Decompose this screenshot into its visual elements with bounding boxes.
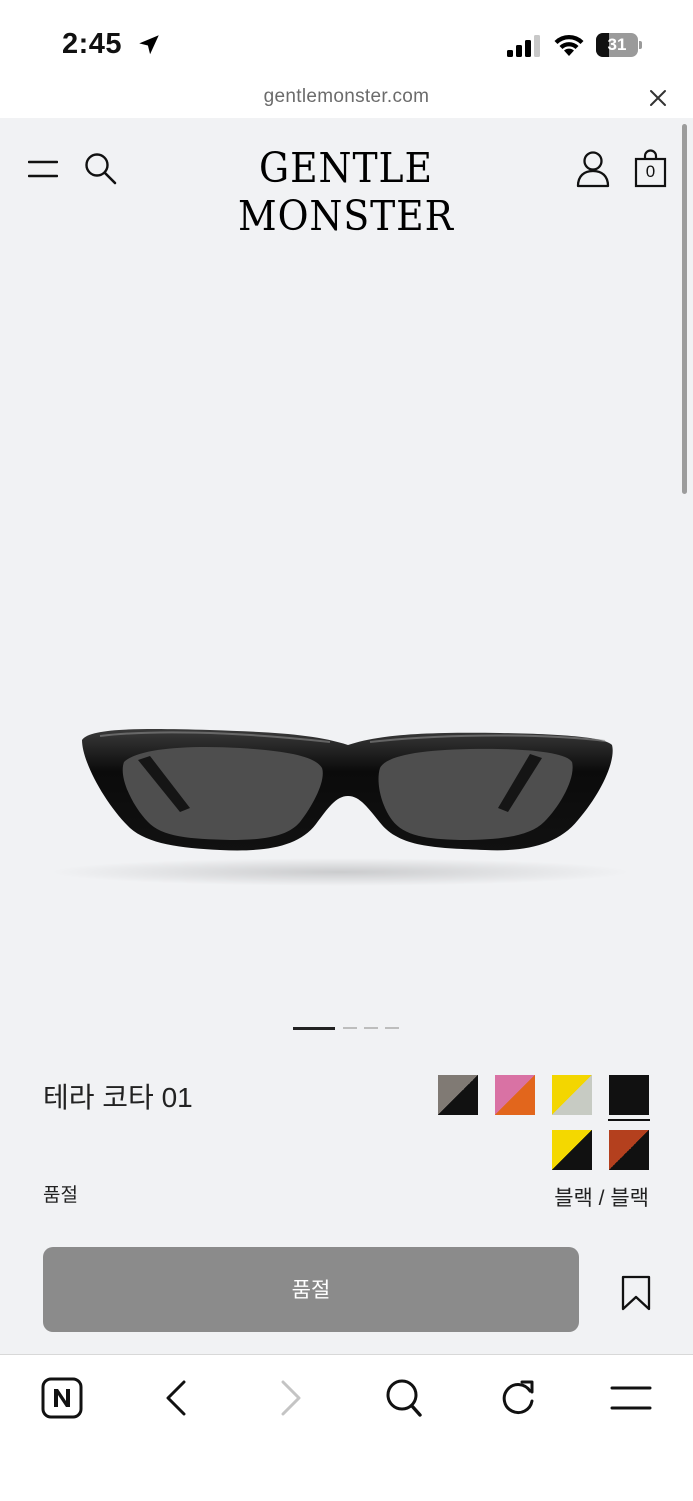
battery-level: 31 [607, 35, 627, 54]
sold-out-button[interactable]: 품절 [43, 1247, 579, 1332]
carousel-dot[interactable] [293, 1027, 335, 1030]
cart-count: 0 [645, 162, 656, 181]
product-image [50, 729, 630, 886]
location-arrow-icon [139, 35, 159, 55]
reload-icon[interactable] [498, 1377, 538, 1419]
wifi-icon [554, 34, 584, 56]
stock-status: 품절 [43, 1185, 78, 1206]
carousel-dot[interactable] [385, 1027, 399, 1029]
color-swatch-yellow-black[interactable] [552, 1130, 592, 1170]
search-icon[interactable] [384, 1377, 424, 1419]
user-icon[interactable] [576, 150, 610, 188]
naver-home-icon[interactable] [41, 1377, 83, 1419]
browser-toolbar [0, 1354, 693, 1501]
status-time: 2:45 [62, 28, 123, 60]
bookmark-icon[interactable] [621, 1275, 651, 1311]
color-swatch-brown-black[interactable] [609, 1130, 649, 1170]
selected-swatch-indicator [608, 1119, 650, 1121]
menu-icon[interactable] [28, 160, 58, 178]
battery-icon: 31 [596, 33, 642, 57]
color-swatch-yellow-clear[interactable] [552, 1075, 592, 1115]
brand-logo[interactable]: GENTLE MONSTER [166, 144, 527, 240]
search-icon[interactable] [84, 152, 118, 186]
color-swatch-pink-orange[interactable] [495, 1075, 535, 1115]
color-swatch-black[interactable] [609, 1075, 649, 1115]
back-icon[interactable] [163, 1379, 189, 1417]
status-bar: 2:45 31 [0, 0, 693, 88]
url-text[interactable]: gentlemonster.com [0, 86, 693, 108]
site-header: GENTLE MONSTER 0 [0, 118, 693, 240]
forward-icon[interactable] [278, 1379, 304, 1417]
carousel-dot[interactable] [364, 1027, 378, 1029]
close-icon[interactable] [648, 88, 668, 108]
color-swatch-gray-black[interactable] [438, 1075, 478, 1115]
scrollbar[interactable] [682, 124, 687, 494]
carousel-dot[interactable] [343, 1027, 357, 1029]
menu-icon[interactable] [610, 1385, 652, 1411]
selected-color-name: 블랙 / 블랙 [554, 1187, 649, 1210]
cellular-signal-icon [507, 35, 540, 57]
product-name: 테라 코타 01 [43, 1082, 193, 1113]
url-bar[interactable]: gentlemonster.com [0, 86, 693, 118]
shopping-bag-icon[interactable]: 0 [634, 148, 667, 188]
